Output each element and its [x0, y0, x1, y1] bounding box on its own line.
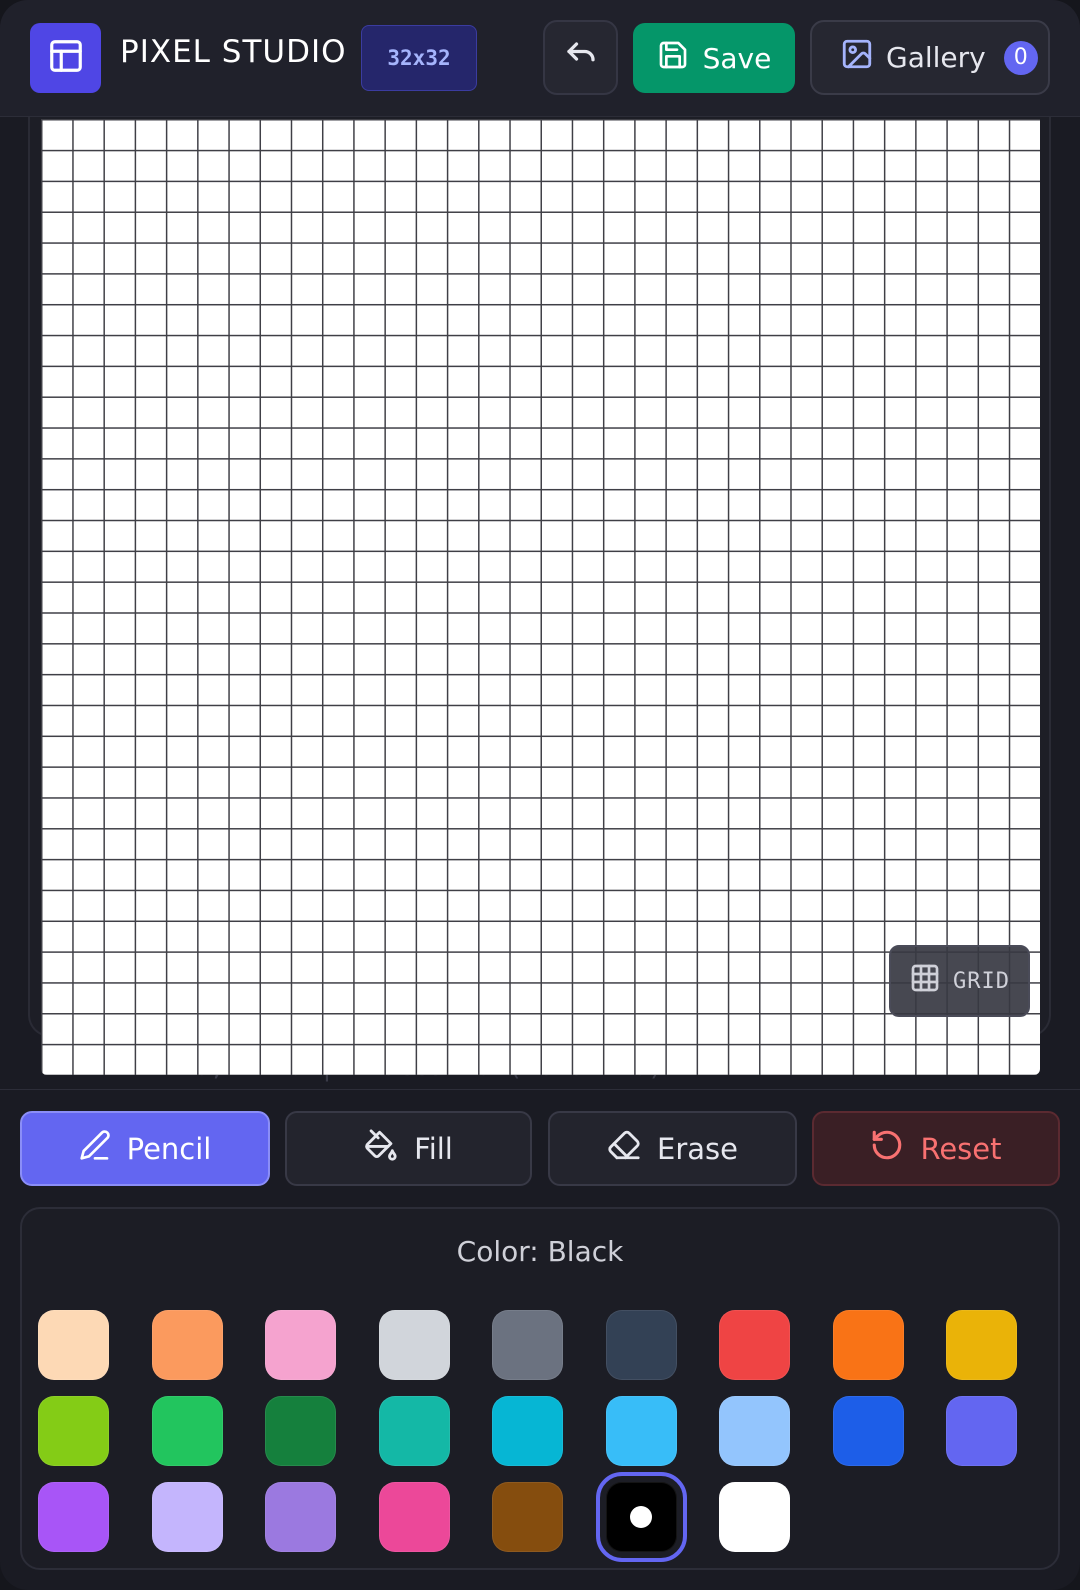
pencil-label: Pencil [126, 1131, 212, 1166]
gallery-label: Gallery [886, 41, 986, 74]
color-swatch-yellow[interactable] [946, 1310, 1017, 1380]
pencil-icon [79, 1129, 111, 1168]
color-swatch-brown[interactable] [492, 1482, 563, 1552]
pencil-tool-button[interactable]: Pencil [20, 1111, 270, 1186]
selected-indicator [630, 1506, 652, 1528]
grid-toggle-button[interactable]: GRID [889, 945, 1030, 1017]
color-swatch-magenta[interactable] [378, 1482, 450, 1552]
toolbar-divider [0, 1089, 1080, 1090]
color-swatch-gray[interactable] [492, 1310, 563, 1380]
color-swatch-orange[interactable] [832, 1310, 904, 1380]
app-logo [30, 23, 101, 93]
color-swatch-white[interactable] [719, 1482, 790, 1552]
color-swatch-indigo[interactable] [946, 1396, 1017, 1466]
color-swatch-sky[interactable] [605, 1396, 677, 1466]
top-bar: PIXEL STUDIO 32x32 Save Gallery 0 [0, 0, 1080, 117]
color-swatch-cyan[interactable] [492, 1396, 563, 1466]
color-swatch-pink[interactable] [265, 1310, 336, 1380]
image-icon [840, 37, 874, 78]
grid-toggle-label: GRID [953, 968, 1010, 994]
fill-tool-button[interactable]: Fill [285, 1111, 532, 1186]
color-swatch-peach[interactable] [38, 1310, 109, 1380]
pixel-studio-app: PIXEL STUDIO 32x32 Save Gallery 0 GRID P… [0, 0, 1080, 1590]
color-swatch-light-gray[interactable] [378, 1310, 450, 1380]
erase-tool-button[interactable]: Erase [548, 1111, 797, 1186]
current-color-label: Color: Black [456, 1235, 624, 1268]
reset-label: Reset [920, 1131, 1002, 1166]
pixel-canvas[interactable] [41, 119, 1040, 1075]
save-button[interactable]: Save [633, 23, 795, 93]
save-icon [657, 39, 689, 78]
eraser-icon [607, 1128, 641, 1169]
color-swatch-teal[interactable] [378, 1396, 450, 1466]
color-swatch-lime[interactable] [38, 1396, 109, 1466]
reset-icon [870, 1128, 904, 1169]
app-title: PIXEL STUDIO [120, 34, 347, 70]
gallery-button[interactable]: Gallery 0 [810, 20, 1050, 95]
color-swatch-slate[interactable] [605, 1310, 677, 1380]
fill-label: Fill [414, 1131, 453, 1166]
grid-icon [909, 962, 941, 1000]
save-label: Save [702, 41, 772, 75]
gallery-count-badge: 0 [1003, 40, 1038, 75]
undo-button[interactable] [543, 20, 618, 95]
color-swatch-green[interactable] [151, 1396, 223, 1466]
color-swatch-light-orange[interactable] [151, 1310, 223, 1380]
color-swatch-red[interactable] [719, 1310, 790, 1380]
undo-icon [563, 38, 599, 78]
erase-label: Erase [657, 1131, 738, 1166]
reset-button[interactable]: Reset [812, 1111, 1060, 1186]
color-swatch-lavender[interactable] [151, 1482, 223, 1552]
color-swatch-blue[interactable] [832, 1396, 904, 1466]
paint-bucket-icon [364, 1128, 398, 1169]
color-swatch-dark-green[interactable] [265, 1396, 336, 1466]
layout-icon [47, 37, 85, 79]
color-swatch-light-blue[interactable] [719, 1396, 790, 1466]
color-swatch-purple[interactable] [38, 1482, 109, 1552]
color-swatch-black[interactable] [595, 1472, 687, 1562]
color-swatch-medium-purple[interactable] [265, 1482, 336, 1552]
canvas-size-badge: 32x32 [361, 25, 477, 91]
